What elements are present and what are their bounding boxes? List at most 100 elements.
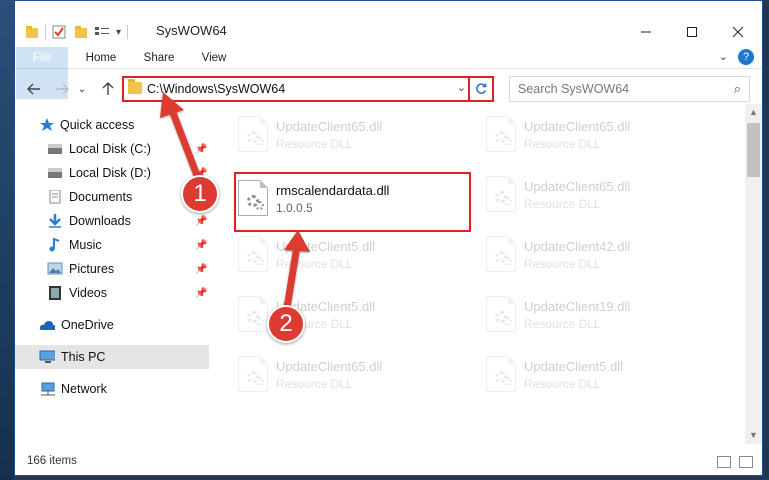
expand-ribbon-icon[interactable]: ⌄ — [719, 50, 728, 63]
folder-icon — [128, 79, 142, 94]
file-name: UpdateClient5.dll — [524, 359, 624, 374]
tab-view[interactable]: View — [191, 47, 237, 69]
file-item[interactable]: UpdateClient65.dll Resource DLL — [232, 348, 462, 400]
step-badge-2: 2 — [267, 305, 305, 343]
sidebar-item-label: Documents — [69, 190, 133, 204]
close-button[interactable] — [715, 19, 761, 45]
scroll-down-icon[interactable]: ▼ — [745, 427, 762, 444]
sidebar-item-label: Local Disk (C:) — [69, 142, 151, 156]
pictures-icon — [47, 262, 63, 275]
file-description: Resource DLL — [524, 377, 601, 391]
sidebar-item-pictures[interactable]: Pictures 📌 — [15, 257, 209, 281]
file-item[interactable]: UpdateClient65.dll Resource DLL — [232, 108, 462, 160]
sidebar-item-label: Pictures — [69, 262, 115, 276]
file-item[interactable]: UpdateClient65.dll Resource DLL — [480, 168, 710, 220]
up-button[interactable] — [97, 78, 119, 100]
forward-arrow-icon — [56, 83, 69, 95]
star-icon — [40, 118, 54, 131]
step-badge-1: 1 — [181, 175, 219, 213]
file-item[interactable]: UpdateClient5.dll Resource DLL — [232, 228, 462, 280]
properties-icon[interactable] — [52, 25, 66, 39]
sidebar-item-this-pc[interactable]: This PC — [15, 345, 209, 369]
sidebar-item-label: Network — [61, 382, 107, 396]
videos-icon — [49, 286, 61, 300]
file-item[interactable]: UpdateClient42.dll Resource DLL — [480, 228, 710, 280]
file-item[interactable]: UpdateClient5.dll Resource DLL — [480, 348, 710, 400]
tab-share[interactable]: Share — [135, 47, 183, 69]
address-path[interactable]: C:\Windows\SysWOW64 — [147, 82, 285, 96]
sidebar-item-label: OneDrive — [61, 318, 114, 332]
music-icon — [49, 238, 60, 252]
dll-file-icon — [486, 236, 516, 272]
pin-icon[interactable]: 📌 — [195, 288, 207, 299]
recent-locations-button[interactable]: ⌄ — [75, 78, 89, 100]
search-icon[interactable]: ⌕ — [734, 81, 741, 97]
pin-icon[interactable]: 📌 — [195, 264, 207, 275]
search-input[interactable] — [510, 77, 720, 101]
large-icons-view-icon[interactable] — [739, 456, 753, 468]
file-name: UpdateClient19.dll — [524, 299, 631, 314]
refresh-button[interactable] — [468, 76, 492, 102]
sidebar-item-label: This PC — [61, 350, 106, 364]
navigation-pane: Quick access Local Disk (C:) 📌 Local Dis… — [15, 109, 209, 444]
file-highlight-box — [234, 172, 471, 232]
sidebar-item-label: Quick access — [60, 118, 135, 132]
ribbon-tabs: File Home Share View ⌄ ? — [15, 47, 762, 99]
sidebar-item-local-disk-c[interactable]: Local Disk (C:) 📌 — [15, 137, 209, 161]
this-pc-icon — [39, 350, 55, 363]
sidebar-item-quick-access[interactable]: Quick access — [15, 113, 209, 137]
sidebar-item-documents[interactable]: Documents 📌 — [15, 185, 209, 209]
address-dropdown-icon[interactable]: ⌄ — [457, 81, 466, 94]
sidebar-item-videos[interactable]: Videos 📌 — [15, 281, 209, 305]
help-icon[interactable]: ? — [738, 49, 754, 65]
file-name: UpdateClient42.dll — [524, 239, 631, 254]
file-item[interactable]: UpdateClient19.dll Resource DLL — [480, 288, 710, 340]
chevron-down-icon: ⌄ — [77, 83, 87, 95]
tab-home[interactable]: Home — [77, 47, 125, 69]
minimize-icon — [641, 31, 651, 33]
minimize-button[interactable] — [623, 19, 669, 45]
dll-file-icon — [486, 116, 516, 152]
dll-file-icon — [238, 116, 268, 152]
status-bar: 166 items — [15, 449, 762, 475]
details-view-icon[interactable] — [717, 456, 731, 468]
search-box[interactable]: ⌕ — [509, 76, 750, 102]
sidebar-item-onedrive[interactable]: OneDrive — [15, 313, 209, 337]
drive-icon — [48, 144, 62, 154]
folder-icon[interactable] — [25, 25, 39, 39]
new-folder-icon[interactable] — [74, 25, 88, 39]
sidebar-item-downloads[interactable]: Downloads 📌 — [15, 209, 209, 233]
pin-icon[interactable]: 📌 — [195, 216, 207, 227]
pin-icon[interactable]: 📌 — [195, 144, 207, 155]
file-list: UpdateClient65.dll Resource DLL rmscalen… — [210, 104, 745, 444]
pin-icon[interactable]: 📌 — [195, 240, 207, 251]
drive-icon — [48, 168, 62, 178]
desktop-background-right — [763, 0, 769, 480]
file-description: Resource DLL — [524, 257, 601, 271]
sidebar-item-label: Local Disk (D:) — [69, 166, 151, 180]
maximize-icon — [687, 27, 697, 37]
vertical-scrollbar[interactable]: ▲ ▼ — [745, 104, 762, 444]
scrollbar-thumb[interactable] — [747, 123, 760, 177]
toolbar-dropdown-icon[interactable]: ▾ — [116, 27, 121, 38]
scroll-up-icon[interactable]: ▲ — [745, 104, 762, 121]
back-button[interactable] — [23, 78, 45, 100]
file-name: UpdateClient65.dll — [524, 119, 631, 134]
network-icon — [41, 382, 55, 396]
file-name: UpdateClient65.dll — [524, 179, 631, 194]
dll-file-icon — [238, 356, 268, 392]
forward-button[interactable] — [51, 78, 73, 100]
back-arrow-icon — [27, 83, 40, 95]
sidebar-item-network[interactable]: Network — [15, 377, 209, 401]
file-description: Resource DLL — [524, 137, 601, 151]
file-name: UpdateClient5.dll — [276, 239, 376, 254]
file-explorer-window: ▾ SysWOW64 File Home Share View ⌄ ? ⌄ C:… — [14, 0, 763, 476]
sidebar-item-local-disk-d[interactable]: Local Disk (D:) 📌 — [15, 161, 209, 185]
sidebar-item-music[interactable]: Music 📌 — [15, 233, 209, 257]
address-bar[interactable]: C:\Windows\SysWOW64 ⌄ — [122, 76, 494, 102]
file-item[interactable]: UpdateClient65.dll Resource DLL — [480, 108, 710, 160]
navigation-bar: ⌄ C:\Windows\SysWOW64 ⌄ ⌕ — [15, 74, 762, 104]
file-item[interactable]: UpdateClient5.dll Resource DLL — [232, 288, 462, 340]
customize-toolbar-icon[interactable] — [94, 25, 112, 39]
maximize-button[interactable] — [669, 19, 715, 45]
